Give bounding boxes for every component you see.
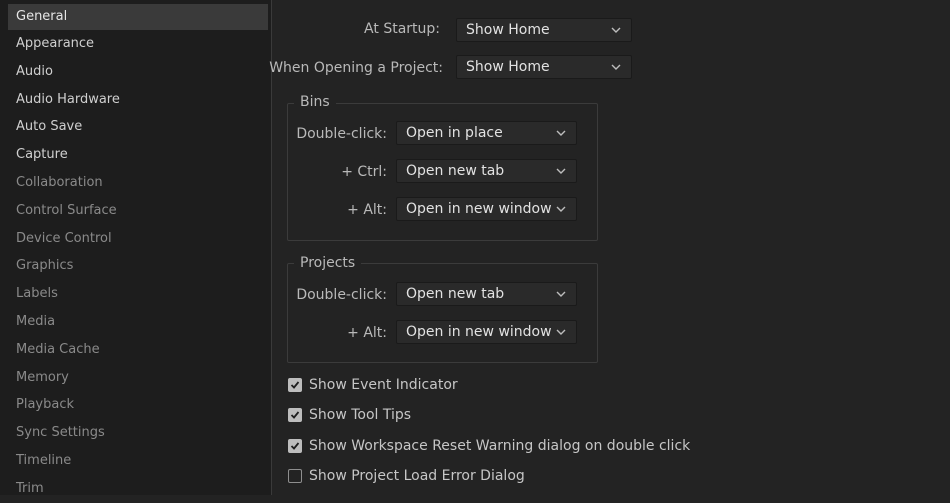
sidebar-item-media[interactable]: Media [0, 308, 271, 336]
chevron-down-icon [555, 321, 567, 343]
show-event-indicator-checkbox[interactable] [288, 378, 302, 392]
sidebar-item-playback[interactable]: Playback [0, 391, 271, 419]
at-startup-label: At Startup: [364, 21, 440, 37]
sidebar-item-device-control[interactable]: Device Control [0, 225, 271, 253]
when-opening-dropdown[interactable]: Show Home [456, 55, 632, 79]
sidebar-item-graphics[interactable]: Graphics [0, 252, 271, 280]
bins-group-title: Bins [294, 94, 336, 110]
bins-alt-dropdown[interactable]: Open in new window [396, 197, 577, 221]
projects-alt-label: + Alt: [347, 325, 387, 341]
sidebar-item-memory[interactable]: Memory [0, 364, 271, 392]
show-workspace-reset-checkbox[interactable] [288, 439, 302, 453]
at-startup-value: Show Home [466, 22, 550, 38]
sidebar-item-capture[interactable]: Capture [0, 141, 271, 169]
sidebar-item-media-cache[interactable]: Media Cache [0, 336, 271, 364]
bins-alt-label: + Alt: [347, 202, 387, 218]
show-event-indicator-label: Show Event Indicator [309, 377, 458, 393]
general-settings-panel: At Startup: Show Home When Opening a Pro… [269, 0, 950, 495]
show-tool-tips-option[interactable]: Show Tool Tips [288, 405, 411, 425]
chevron-down-icon [610, 56, 622, 78]
bins-ctrl-dropdown[interactable]: Open new tab [396, 159, 577, 183]
show-workspace-reset-label: Show Workspace Reset Warning dialog on d… [309, 438, 691, 454]
bins-ctrl-value: Open new tab [406, 163, 505, 179]
checkmark-icon [290, 442, 300, 450]
bins-double-click-dropdown[interactable]: Open in place [396, 121, 577, 145]
sidebar-item-audio[interactable]: Audio [0, 58, 271, 86]
sidebar-item-auto-save[interactable]: Auto Save [0, 113, 271, 141]
bins-ctrl-label: + Ctrl: [341, 164, 387, 180]
projects-group [287, 263, 598, 363]
show-event-indicator-option[interactable]: Show Event Indicator [288, 375, 458, 395]
when-opening-label: When Opening a Project: [269, 60, 443, 76]
bins-double-click-value: Open in place [406, 125, 503, 141]
projects-double-click-value: Open new tab [406, 286, 505, 302]
sidebar-item-collaboration[interactable]: Collaboration [0, 169, 271, 197]
sidebar-item-control-surface[interactable]: Control Surface [0, 197, 271, 225]
at-startup-dropdown[interactable]: Show Home [456, 18, 632, 42]
projects-alt-value: Open in new window [406, 324, 552, 340]
show-workspace-reset-option[interactable]: Show Workspace Reset Warning dialog on d… [288, 436, 690, 456]
show-tool-tips-label: Show Tool Tips [309, 407, 412, 423]
when-opening-value: Show Home [466, 59, 550, 75]
show-project-load-error-label: Show Project Load Error Dialog [309, 468, 525, 484]
bins-alt-value: Open in new window [406, 201, 552, 217]
checkmark-icon [290, 411, 300, 419]
show-tool-tips-checkbox[interactable] [288, 408, 302, 422]
projects-double-click-label: Double-click: [296, 287, 387, 303]
chevron-down-icon [555, 122, 567, 144]
chevron-down-icon [610, 19, 622, 41]
projects-group-title: Projects [294, 255, 362, 271]
sidebar-item-timeline[interactable]: Timeline [0, 447, 271, 475]
bins-double-click-label: Double-click: [296, 126, 387, 142]
show-project-load-error-option[interactable]: Show Project Load Error Dialog [288, 466, 525, 486]
sidebar-item-audio-hardware[interactable]: Audio Hardware [0, 86, 271, 114]
sidebar-item-sync-settings[interactable]: Sync Settings [0, 419, 271, 447]
sidebar-item-appearance[interactable]: Appearance [0, 30, 271, 58]
show-project-load-error-checkbox[interactable] [288, 469, 302, 483]
chevron-down-icon [555, 160, 567, 182]
sidebar-item-labels[interactable]: Labels [0, 280, 271, 308]
preferences-sidebar: General Appearance Audio Audio Hardware Auto… [0, 0, 272, 496]
projects-double-click-dropdown[interactable]: Open new tab [396, 282, 577, 306]
checkmark-icon [290, 381, 300, 389]
projects-alt-dropdown[interactable]: Open in new window [396, 320, 577, 344]
chevron-down-icon [555, 283, 567, 305]
chevron-down-icon [555, 198, 567, 220]
sidebar-item-general[interactable]: General [8, 4, 268, 30]
sidebar-item-trim[interactable]: Trim [0, 475, 271, 503]
